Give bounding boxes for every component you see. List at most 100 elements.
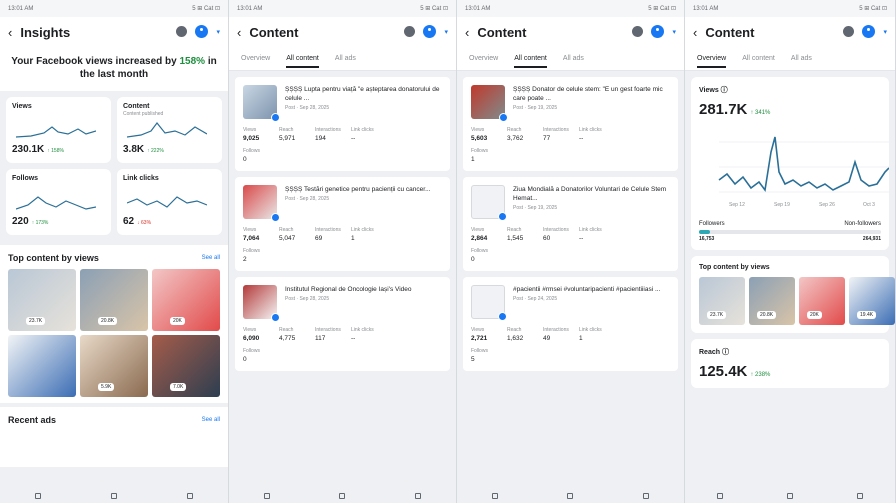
metric-card-follows[interactable]: Follows 220 ↑ 173% bbox=[6, 169, 111, 235]
tab-all-content[interactable]: All content bbox=[514, 55, 547, 68]
top-content-thumb[interactable] bbox=[8, 335, 76, 397]
recent-see-all-link[interactable]: See all bbox=[202, 417, 220, 423]
top-content-thumb[interactable]: 20.8K bbox=[80, 269, 148, 331]
stat-label: Views bbox=[471, 227, 485, 233]
metric-value: 62 bbox=[123, 216, 135, 227]
chevron-down-icon[interactable]: ▾ bbox=[672, 28, 676, 36]
home-icon[interactable] bbox=[567, 493, 574, 499]
top-content-thumb[interactable]: 5.9K bbox=[80, 335, 148, 397]
tab-overview[interactable]: Overview bbox=[469, 55, 498, 62]
post-card[interactable]: Ș‍Ș‍Ș‍Ș Donator de celule stem: "E un ge… bbox=[463, 77, 678, 171]
top-content-thumb[interactable]: 20K bbox=[152, 269, 220, 331]
back-nav-icon[interactable] bbox=[187, 493, 193, 499]
home-icon[interactable] bbox=[787, 493, 793, 499]
account-icon[interactable] bbox=[862, 25, 876, 38]
follows-label: Follows bbox=[471, 248, 488, 254]
metric-delta: ↑ 222% bbox=[147, 148, 164, 154]
chevron-down-icon[interactable]: ▾ bbox=[216, 28, 220, 36]
home-icon[interactable] bbox=[339, 493, 346, 499]
back-nav-icon[interactable] bbox=[857, 493, 863, 499]
top-content-thumb[interactable]: 20.8K bbox=[749, 277, 795, 325]
tab-all-ads[interactable]: All ads bbox=[563, 55, 584, 62]
top-content-thumb[interactable]: 19.4K bbox=[849, 277, 895, 325]
tab-overview[interactable]: Overview bbox=[697, 55, 727, 68]
post-thumbnail[interactable] bbox=[471, 285, 507, 321]
tab-overview[interactable]: Overview bbox=[241, 55, 270, 62]
metric-label: Views bbox=[12, 103, 32, 110]
stat-reach: 5,971 bbox=[279, 135, 296, 142]
stat-label: Link clicks bbox=[579, 327, 602, 333]
post-card[interactable]: Ș‍Ș‍Ș‍Ș Lupta pentru viață "e așteptarea… bbox=[235, 77, 450, 171]
reach-value: 125.4K bbox=[699, 363, 748, 380]
back-nav-icon[interactable] bbox=[643, 493, 650, 499]
chevron-down-icon[interactable]: ▾ bbox=[883, 28, 887, 36]
top-content-thumb[interactable]: 23.7K bbox=[8, 269, 76, 331]
content-tabs: Overview All content All ads bbox=[685, 47, 895, 71]
back-nav-icon[interactable] bbox=[415, 493, 422, 499]
recents-icon[interactable] bbox=[491, 493, 498, 499]
account-icon[interactable] bbox=[651, 25, 665, 38]
sparkline bbox=[127, 122, 207, 138]
stat-reach: 1,545 bbox=[507, 235, 524, 242]
post-card[interactable]: Ziua Mondială a Donatorilor Voluntari de… bbox=[463, 177, 678, 271]
recents-icon[interactable] bbox=[263, 493, 270, 499]
post-card[interactable]: Ș‍Ș‍Ș‍Ș Testări genetice pentru pacienți… bbox=[235, 177, 450, 271]
insights-screen: 13:01 AM 5 ⊞ Cat ⊡ ‹ Insights ▾ Your Fac… bbox=[0, 0, 229, 503]
top-content-card: Top content by views 23.7K 20.8K 20K 19.4K bbox=[691, 256, 895, 333]
recents-icon[interactable] bbox=[717, 493, 723, 499]
post-thumbnail[interactable] bbox=[243, 285, 280, 322]
system-nav bbox=[457, 489, 684, 503]
post-card[interactable]: #pacientii #rmsei #voluntaripacienti #pa… bbox=[463, 277, 678, 371]
sparkline bbox=[127, 196, 207, 208]
calendar-icon[interactable] bbox=[176, 26, 188, 37]
top-content-thumb[interactable]: 23.7K bbox=[699, 277, 745, 325]
back-icon[interactable]: ‹ bbox=[237, 25, 241, 40]
stat-label: Link clicks bbox=[579, 227, 602, 233]
back-icon[interactable]: ‹ bbox=[465, 25, 469, 40]
metric-card-link-clicks[interactable]: Link clicks 62 ↓ 63% bbox=[117, 169, 222, 235]
account-icon[interactable] bbox=[195, 25, 209, 38]
reach-card: Reach ⓘ 125.4K ↑ 238% bbox=[691, 339, 889, 388]
sparkline bbox=[16, 126, 96, 138]
stat-label: Interactions bbox=[315, 227, 341, 233]
facebook-icon bbox=[499, 113, 508, 122]
recents-icon[interactable] bbox=[35, 493, 41, 499]
calendar-icon[interactable] bbox=[632, 26, 644, 37]
status-time: 13:01 AM bbox=[465, 5, 491, 12]
facebook-icon bbox=[271, 213, 280, 222]
tab-all-ads[interactable]: All ads bbox=[791, 55, 812, 62]
post-date: Post · Sep 28, 2025 bbox=[285, 196, 330, 202]
thumb-views-badge: 19.4K bbox=[857, 311, 877, 319]
axis-tick-1: Sep 19 bbox=[774, 202, 790, 208]
followers-bar-fill bbox=[699, 230, 710, 234]
metric-delta: ↑ 158% bbox=[47, 148, 64, 154]
stat-link-clicks: 1 bbox=[579, 335, 583, 342]
thumb-views-badge: 20K bbox=[170, 317, 185, 325]
account-icon[interactable] bbox=[423, 25, 437, 38]
views-line-chart: Sep 12 Sep 19 Sep 26 Oct 3 bbox=[718, 136, 890, 208]
post-thumbnail[interactable] bbox=[243, 185, 280, 222]
see-all-link[interactable]: See all bbox=[202, 255, 220, 261]
reach-label: Reach ⓘ bbox=[699, 349, 729, 356]
post-thumbnail[interactable] bbox=[471, 185, 507, 221]
tab-all-ads[interactable]: All ads bbox=[335, 55, 356, 62]
chevron-down-icon[interactable]: ▾ bbox=[444, 28, 448, 36]
stat-views: 9,025 bbox=[243, 135, 260, 142]
back-icon[interactable]: ‹ bbox=[693, 25, 697, 40]
tab-all-content[interactable]: All content bbox=[286, 55, 319, 68]
top-content-thumb[interactable]: 20K bbox=[799, 277, 845, 325]
top-content-thumb[interactable]: 7.0K bbox=[152, 335, 220, 397]
calendar-icon[interactable] bbox=[843, 26, 855, 37]
stat-link-clicks: -- bbox=[579, 135, 584, 142]
post-card[interactable]: Institutul Regional de Oncologie Iași's … bbox=[235, 277, 450, 371]
home-icon[interactable] bbox=[111, 493, 117, 499]
back-icon[interactable]: ‹ bbox=[8, 25, 12, 40]
post-thumbnail[interactable] bbox=[471, 85, 508, 122]
metric-card-views[interactable]: Views 230.1K ↑ 158% bbox=[6, 97, 111, 163]
tab-all-content[interactable]: All content bbox=[742, 55, 775, 62]
status-bar: 13:01 AM 5 ⊞ Cat ⊡ bbox=[457, 0, 684, 17]
metric-card-content[interactable]: Content Content published 3.8K ↑ 222% bbox=[117, 97, 222, 163]
calendar-icon[interactable] bbox=[404, 26, 416, 37]
status-bar: 13:01 AM 5 ⊞ Cat ⊡ bbox=[229, 0, 456, 17]
post-thumbnail[interactable] bbox=[243, 85, 280, 122]
